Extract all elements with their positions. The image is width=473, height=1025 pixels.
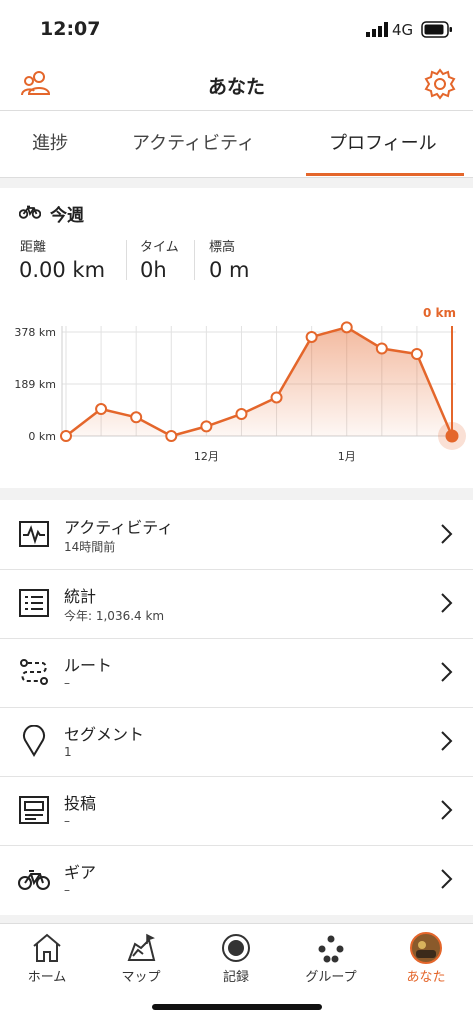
bike-icon [19,205,41,219]
status-bar: 12:07 4G [0,0,473,60]
weekly-summary-card[interactable]: 今週 距離 0.00 km タイム 0h 標高 0 m 378 km 189 km… [0,188,473,488]
y-tick-label: 189 km [14,378,56,391]
post-icon [19,796,49,824]
groups-icon [318,935,344,963]
tab-bar: 進捗 アクティビティ プロフィール [0,111,473,178]
nav-home[interactable]: ホーム [0,924,94,994]
data-point [305,330,318,343]
active-tab-indicator [306,173,464,176]
menu-subtitle: – [64,814,70,828]
tab-progress[interactable]: 進捗 [32,129,68,155]
battery-icon [421,21,452,38]
nav-label: 記録 [222,970,249,985]
network-type: 4G [392,21,414,39]
menu-item-gear[interactable]: ギア – [0,845,473,914]
signal-icon [366,22,388,37]
y-tick-label: 0 km [28,430,56,443]
nav-you[interactable]: あなた [379,924,473,994]
week-title: 今週 [50,206,84,226]
profile-menu: アクティビティ 14時間前 統計 今年: 1,036.4 km ルート – セグ… [0,500,473,915]
menu-item-activities[interactable]: アクティビティ 14時間前 [0,500,473,570]
data-point [270,391,283,404]
gear-icon[interactable] [424,68,456,100]
nav-record[interactable]: 記録 [189,924,283,994]
data-point [410,348,423,361]
nav-label: ホーム [27,970,67,985]
data-point [445,429,459,443]
home-icon [33,933,61,962]
activity-pulse-icon [19,521,49,547]
tab-activities[interactable]: アクティビティ [132,129,255,155]
record-icon [222,934,250,962]
bike-icon [18,870,50,890]
chevron-right-icon [441,593,453,613]
x-tick-label: 12月 [194,450,219,463]
nav-label: グループ [305,970,357,985]
time-value: 0h [140,258,167,282]
menu-title: 統計 [64,587,97,606]
y-tick-label: 378 km [14,326,56,339]
chevron-right-icon [441,524,453,544]
app-header: あなた [0,60,473,111]
home-indicator [152,1004,322,1010]
series-area [66,327,452,436]
chevron-right-icon [441,662,453,682]
menu-subtitle: 14時間前 [64,540,116,554]
menu-subtitle: 今年: 1,036.4 km [64,609,165,623]
menu-subtitle: – [64,676,70,690]
chevron-right-icon [441,869,453,889]
menu-title: セグメント [64,725,145,744]
menu-title: 投稿 [64,794,97,813]
data-point [200,420,213,433]
map-pin-icon [23,725,45,757]
menu-subtitle: 1 [64,745,72,759]
elevation-value: 0 m [209,258,250,282]
distance-value: 0.00 km [19,258,106,282]
data-point [340,321,353,334]
menu-item-segments[interactable]: セグメント 1 [0,707,473,777]
data-point [60,430,72,442]
data-point [95,403,108,416]
status-time: 12:07 [40,18,101,40]
map-icon [127,933,156,961]
route-icon [20,659,48,685]
menu-item-posts[interactable]: 投稿 – [0,776,473,846]
menu-title: アクティビティ [64,518,174,537]
nav-label: マップ [121,970,161,985]
nav-maps[interactable]: マップ [94,924,188,994]
distance-label: 距離 [20,240,47,255]
data-point [165,430,178,442]
page-title: あなた [207,76,265,98]
data-point [375,342,388,355]
menu-title: ギア [64,863,97,882]
menu-item-routes[interactable]: ルート – [0,638,473,708]
current-value-label: 0 km [423,306,456,320]
time-label: タイム [140,240,179,255]
nav-groups[interactable]: グループ [284,924,378,994]
menu-title: ルート [64,656,113,675]
data-point [235,407,248,420]
x-tick-label: 1月 [338,450,356,463]
data-point [130,411,143,424]
menu-subtitle: – [64,883,70,897]
nav-label: あなた [406,970,446,985]
stats-list-icon [19,589,49,617]
avatar [410,932,442,964]
chevron-right-icon [441,731,453,751]
menu-item-stats[interactable]: 統計 今年: 1,036.4 km [0,569,473,639]
tab-profile[interactable]: プロフィール [329,129,437,155]
stat-divider [126,240,127,280]
elevation-label: 標高 [209,240,236,255]
stat-divider [194,240,195,280]
weekly-distance-chart: 378 km 189 km 0 km 12月 1月 0 km [14,306,466,463]
chevron-right-icon [441,800,453,820]
